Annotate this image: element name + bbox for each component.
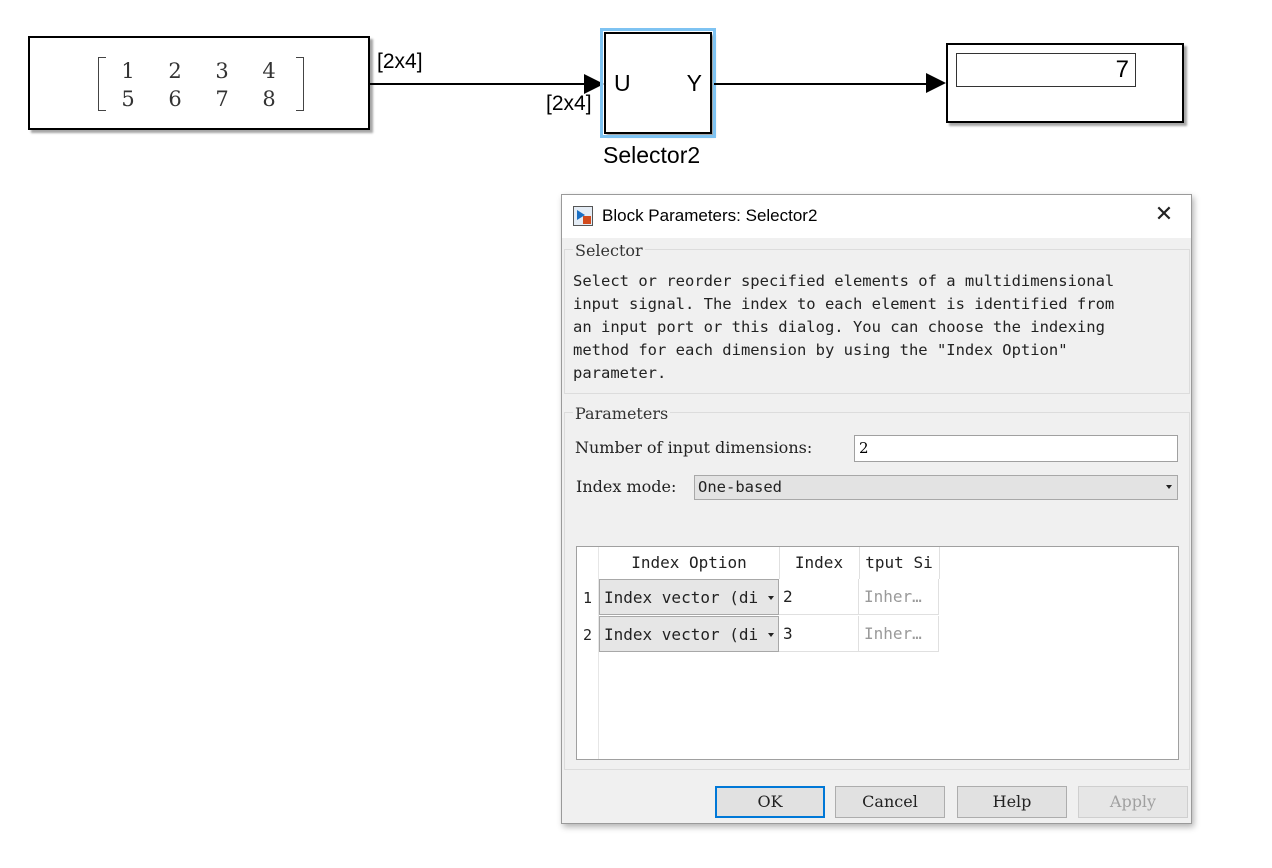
column-header-output-size[interactable]: tput Si — [859, 547, 940, 579]
dropdown-caret-icon — [768, 596, 774, 600]
row-number: 1 — [582, 589, 593, 607]
index-option-value: Index vector (di — [604, 588, 759, 607]
parameters-group-legend: Parameters — [573, 404, 671, 423]
matrix-cell: 6 — [168, 87, 182, 111]
output-size-cell[interactable]: Inher… — [859, 579, 939, 615]
index-table[interactable]: Index Option Index tput Si 1 Index vecto… — [576, 546, 1179, 760]
num-dimensions-label: Number of input dimensions: — [575, 438, 813, 457]
column-header-index[interactable]: Index — [779, 547, 860, 579]
constant-block[interactable]: 1 2 3 4 5 6 7 8 — [28, 36, 370, 130]
display-block[interactable]: 7 — [946, 43, 1184, 123]
output-port-label: Y — [686, 70, 702, 96]
matrix-row: 1 2 3 4 — [98, 58, 304, 84]
index-option-select[interactable]: Index vector (di — [599, 616, 779, 652]
selector-block-name[interactable]: Selector2 — [603, 142, 700, 169]
matrix-cell: 7 — [215, 87, 229, 111]
signal-line-2[interactable] — [714, 83, 928, 85]
matrix-cell: 8 — [262, 87, 276, 111]
dialog-titlebar[interactable]: Block Parameters: Selector2 ✕ — [562, 195, 1191, 238]
block-parameters-dialog: Block Parameters: Selector2 ✕ Selector S… — [561, 194, 1192, 824]
display-value: 7 — [956, 53, 1136, 87]
selector-group-legend: Selector — [573, 241, 645, 260]
index-option-value: Index vector (di — [604, 625, 759, 644]
selector-block[interactable]: U Y — [600, 28, 716, 138]
signal-dimension-label: [2x4] — [377, 50, 423, 73]
input-port-label: U — [614, 70, 631, 96]
index-option-select[interactable]: Index vector (di — [599, 579, 779, 615]
matrix-row: 5 6 7 8 — [98, 86, 304, 112]
num-dimensions-input[interactable]: 2 — [854, 435, 1178, 462]
signal-line-1[interactable] — [370, 83, 586, 85]
output-size-cell[interactable]: Inher… — [859, 616, 939, 652]
row-number: 2 — [582, 626, 593, 644]
close-icon[interactable]: ✕ — [1153, 204, 1175, 226]
dropdown-caret-icon — [768, 633, 774, 637]
index-cell[interactable]: 3 — [779, 616, 859, 652]
matrix-cell: 1 — [121, 59, 135, 83]
arrowhead-icon — [584, 74, 604, 94]
matrix-cell: 3 — [215, 59, 229, 83]
index-mode-select[interactable]: One-based — [694, 475, 1178, 500]
selector-description: Select or reorder specified elements of … — [573, 272, 1115, 382]
matrix-cell: 5 — [121, 87, 135, 111]
apply-button[interactable]: Apply — [1078, 786, 1188, 818]
index-mode-value: One-based — [698, 478, 782, 496]
constant-matrix: 1 2 3 4 5 6 7 8 — [98, 57, 304, 113]
dialog-title: Block Parameters: Selector2 — [602, 206, 818, 225]
matrix-cell: 2 — [168, 59, 182, 83]
port-dimension-label: [2x4] — [546, 92, 592, 115]
matrix-cell: 4 — [262, 59, 276, 83]
cancel-button[interactable]: Cancel — [835, 786, 945, 818]
block-parameters-icon — [573, 206, 593, 226]
arrowhead-icon — [926, 73, 946, 93]
help-button[interactable]: Help — [957, 786, 1067, 818]
index-mode-label: Index mode: — [576, 477, 677, 496]
ok-button[interactable]: OK — [715, 786, 825, 818]
row-number-column — [577, 547, 599, 759]
column-header-index-option[interactable]: Index Option — [599, 547, 780, 579]
index-cell[interactable]: 2 — [779, 579, 859, 615]
dropdown-caret-icon — [1166, 485, 1172, 489]
